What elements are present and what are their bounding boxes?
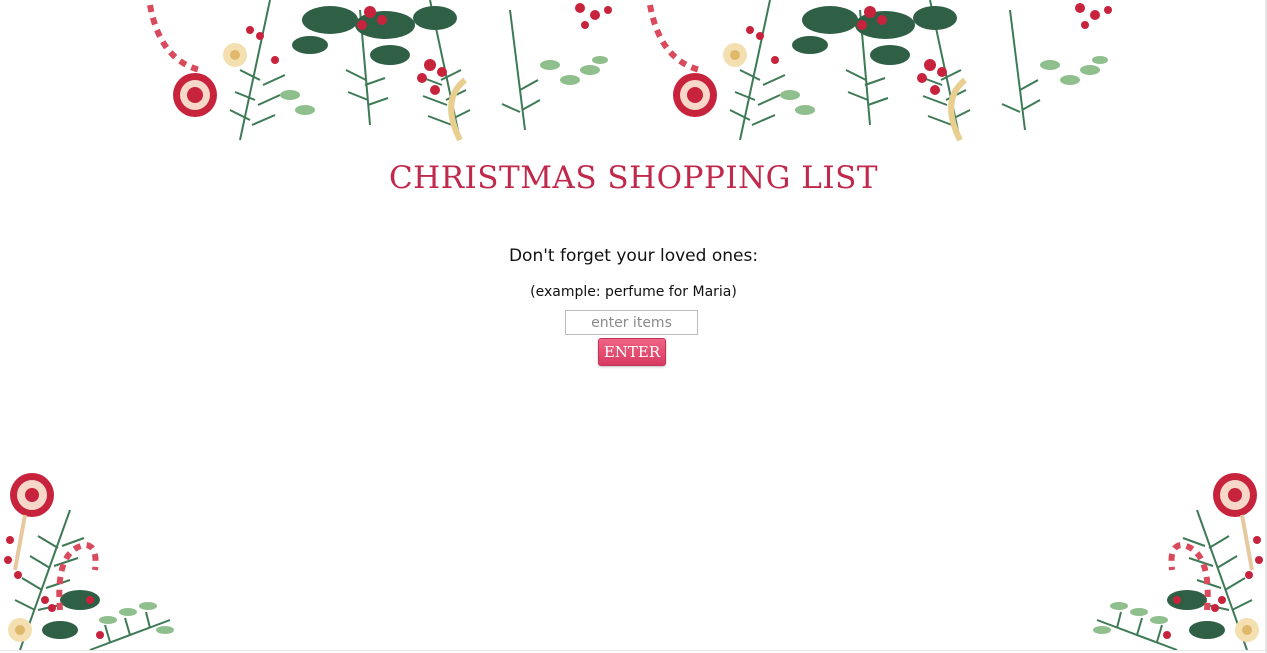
item-input[interactable] — [565, 310, 698, 335]
christmas-corner-decoration-icon — [1093, 473, 1263, 651]
top-garland-right — [630, 0, 1130, 150]
bottom-border — [0, 650, 1267, 651]
christmas-corner-decoration-icon — [4, 473, 174, 651]
page: CHRISTMAS SHOPPING LIST Don't forget you… — [0, 0, 1267, 653]
bottom-left-decoration — [0, 460, 180, 653]
christmas-garland-icon — [147, 0, 612, 142]
top-garland-left — [130, 0, 630, 150]
example-hint: (example: perfume for Maria) — [530, 284, 737, 300]
enter-button[interactable]: ENTER — [598, 338, 666, 366]
page-title: CHRISTMAS SHOPPING LIST — [388, 160, 879, 196]
bottom-right-decoration — [1087, 460, 1267, 653]
subtitle-text: Don't forget your loved ones: — [508, 246, 759, 266]
christmas-garland-icon — [647, 0, 1112, 142]
